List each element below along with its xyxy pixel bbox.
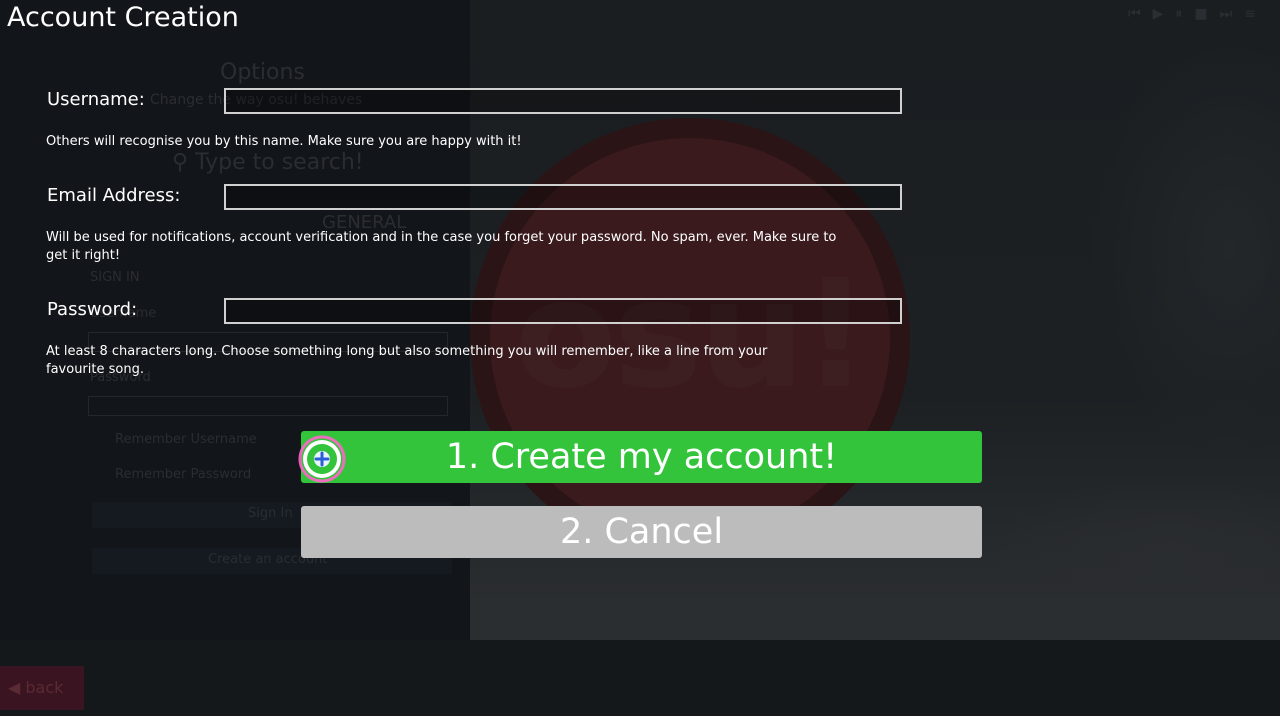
background-search-text: Type to search! bbox=[195, 150, 364, 175]
password-hint: At least 8 characters long. Choose somet… bbox=[46, 344, 768, 377]
background-signin-label: Sign In bbox=[248, 506, 293, 521]
background-remember-username: Remember Username bbox=[115, 432, 257, 447]
email-hint: Will be used for notifications, account … bbox=[46, 230, 837, 263]
background-signin-header: SIGN IN bbox=[90, 270, 140, 285]
search-icon: ⚲ bbox=[172, 150, 196, 175]
background-bottom-bar bbox=[0, 640, 1280, 716]
create-account-button[interactable]: 1. Create my account! bbox=[301, 431, 982, 483]
username-hint: Others will recognise you by this name. … bbox=[46, 134, 522, 149]
cancel-button[interactable]: 2. Cancel bbox=[301, 506, 982, 558]
background-search-placeholder: ⚲ Type to search! bbox=[172, 150, 364, 175]
username-input[interactable] bbox=[224, 88, 902, 114]
background-music-controls: ⏮▶⏸■⏭≡ bbox=[1128, 6, 1268, 22]
email-label: Email Address: bbox=[47, 185, 181, 206]
email-input[interactable] bbox=[224, 184, 902, 210]
background-password-field bbox=[88, 396, 448, 416]
dialog-title: Account Creation bbox=[7, 2, 239, 33]
password-input[interactable] bbox=[224, 298, 902, 324]
background-logo-text: osu! bbox=[514, 248, 870, 422]
background-back-button: ◀ back bbox=[0, 666, 84, 710]
password-label: Password: bbox=[47, 299, 138, 320]
background-options-title: Options bbox=[220, 60, 305, 85]
background-remember-password: Remember Password bbox=[115, 467, 252, 482]
back-arrow-icon: ◀ bbox=[8, 678, 26, 697]
background-back-label: back bbox=[25, 678, 64, 697]
username-label: Username: bbox=[47, 89, 145, 110]
